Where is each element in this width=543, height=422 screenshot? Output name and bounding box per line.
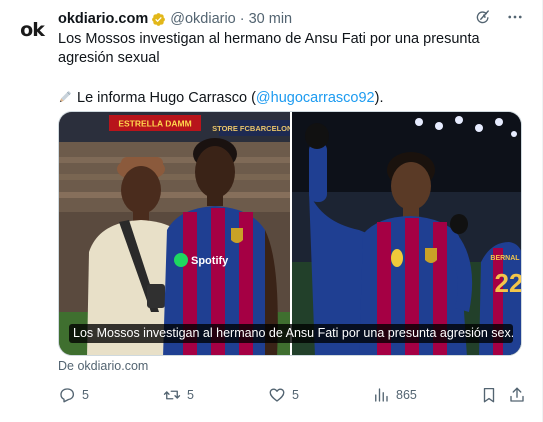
credit-suffix: ).	[374, 90, 384, 106]
reply-button[interactable]: 5	[58, 385, 89, 405]
media-caption: Los Mossos investigan al hermano de Ansu…	[69, 324, 513, 343]
reply-count: 5	[82, 388, 89, 402]
right-photo: BERNAL 22	[292, 112, 522, 355]
estrella-damm-banner: ESTRELLA DAMM	[118, 119, 191, 129]
media-photo-collage: ESTRELLA DAMM STORE FCBARCELONA Spotify …	[59, 112, 522, 355]
timestamp[interactable]: 30 min	[249, 11, 293, 27]
views-count: 865	[396, 388, 417, 402]
views-chart-icon	[375, 388, 388, 402]
reply-icon	[60, 388, 75, 403]
tweet-text: Los Mossos investigan al hermano de Ansu…	[58, 30, 528, 108]
repost-icon	[163, 390, 181, 400]
tweet-text-line1: Los Mossos investigan al hermano de Ansu…	[58, 31, 480, 66]
media-image[interactable]: ESTRELLA DAMM STORE FCBARCELONA Spotify …	[58, 111, 522, 356]
repost-count: 5	[187, 388, 194, 402]
left-photo: ESTRELLA DAMM STORE FCBARCELONA Spotify	[59, 112, 298, 355]
account-name[interactable]: okdiario.com	[58, 11, 148, 27]
spotify-sponsor: Spotify	[191, 255, 229, 267]
top-actions	[474, 8, 524, 26]
pencil-emoji-icon	[59, 90, 72, 103]
share-icon	[510, 387, 524, 402]
avatar[interactable]: ok	[12, 10, 52, 50]
heart-icon	[269, 388, 285, 402]
bookmark-icon	[483, 387, 495, 403]
okdiario-logo: ok	[20, 19, 45, 41]
bernal-jersey-name: BERNAL	[490, 255, 520, 262]
credit-prefix: Le informa Hugo Carrasco (	[77, 90, 256, 106]
views-button[interactable]: 865	[372, 385, 417, 405]
tweet-text-line2: Le informa Hugo Carrasco (@hugocarrasco9…	[58, 89, 528, 108]
like-count: 5	[292, 388, 299, 402]
more-options-icon[interactable]	[506, 8, 524, 26]
share-button[interactable]	[508, 385, 526, 405]
action-bar: 5 5 5 865	[58, 385, 528, 405]
jersey-number: 22	[495, 268, 522, 298]
store-sign: STORE FCBARCELONA	[212, 124, 298, 133]
tweet-card[interactable]: ok okdiario.com @okdiario · 30 min Los M…	[0, 0, 543, 422]
account-handle[interactable]: @okdiario	[170, 11, 236, 27]
like-button[interactable]: 5	[268, 385, 299, 405]
tweet-header: okdiario.com @okdiario · 30 min	[58, 10, 292, 28]
repost-button[interactable]: 5	[163, 385, 194, 405]
mention-link[interactable]: @hugocarrasco92	[256, 90, 375, 106]
verified-badge-icon	[152, 12, 166, 26]
separator-dot: ·	[239, 11, 245, 27]
link-source[interactable]: De okdiario.com	[58, 359, 148, 373]
bookmark-button[interactable]	[480, 385, 498, 405]
grok-icon[interactable]	[474, 8, 492, 26]
